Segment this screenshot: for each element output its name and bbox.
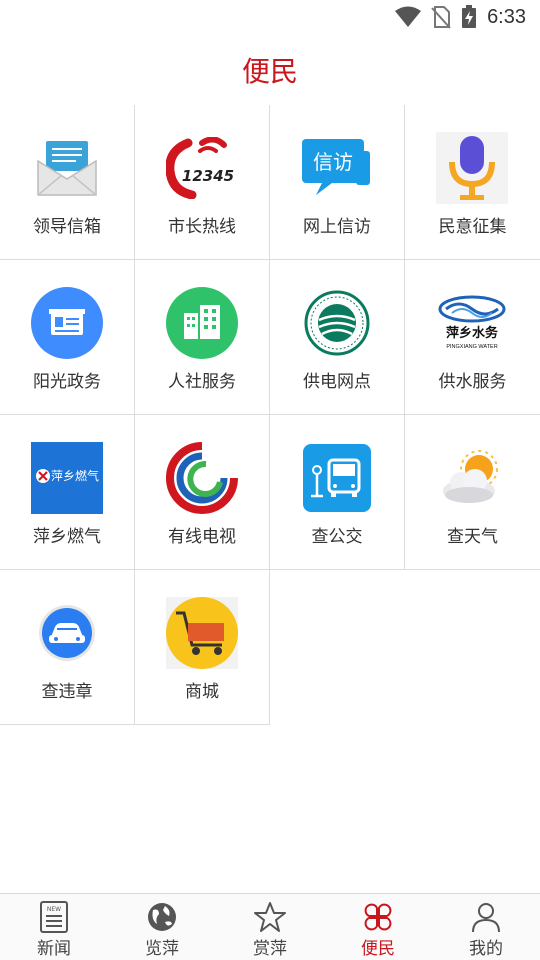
tile-mall[interactable]: 商城: [135, 570, 270, 725]
water-logo-text: 萍乡水务: [446, 325, 499, 341]
buildings-icon: [166, 287, 238, 359]
tile-label: 供水服务: [438, 372, 507, 392]
globe-icon: [148, 903, 176, 931]
gas-logo-text: 萍乡燃气: [51, 468, 99, 483]
tile-label: 萍乡燃气: [33, 527, 101, 547]
status-bar: 6:33: [0, 0, 540, 36]
envelope-icon: [31, 132, 103, 204]
nav-label: 赏萍: [253, 939, 287, 959]
shopping-cart-icon: [166, 597, 238, 669]
star-icon: [254, 902, 286, 932]
empty-cell: [405, 570, 540, 725]
nav-label: 览萍: [145, 939, 179, 959]
microphone-icon: [436, 132, 508, 204]
tile-social-services[interactable]: 人社服务: [135, 260, 270, 415]
nav-label: 我的: [469, 939, 503, 959]
tile-leader-mailbox[interactable]: 领导信箱: [0, 105, 135, 260]
cable-tv-logo-icon: [166, 442, 238, 514]
hotline-number: 12345: [182, 167, 234, 185]
clover-icon: [364, 903, 392, 931]
service-grid: 领导信箱 12345 市长热线 信访 网上信访 民意征集 阳光政务 人社服务 供…: [0, 105, 540, 725]
tile-label: 查公交: [311, 527, 363, 547]
tile-label: 人社服务: [168, 372, 236, 392]
newspaper-icon: NEW: [40, 901, 68, 933]
tile-label: 市长热线: [168, 217, 236, 237]
person-icon: [472, 903, 500, 933]
tile-label: 供电网点: [303, 372, 371, 392]
nav-convenience[interactable]: 便民: [324, 894, 432, 960]
tile-gas-service[interactable]: 萍乡燃气 萍乡燃气: [0, 415, 135, 570]
hotline-12345-icon: 12345: [166, 132, 238, 204]
xinfang-text: 信访: [313, 150, 353, 174]
nav-label: 新闻: [37, 939, 71, 959]
tile-public-opinion[interactable]: 民意征集: [405, 105, 540, 260]
id-card-icon: [31, 287, 103, 359]
nav-appreciate[interactable]: 赏萍: [216, 894, 324, 960]
state-grid-logo-icon: [301, 287, 373, 359]
tile-water-service[interactable]: 萍乡水务 PINGXIANG WATER 供水服务: [405, 260, 540, 415]
nav-news[interactable]: NEW 新闻: [0, 894, 108, 960]
tile-online-petition[interactable]: 信访 网上信访: [270, 105, 405, 260]
tile-label: 网上信访: [303, 217, 371, 237]
no-sim-icon: [431, 6, 451, 29]
pingxiang-water-logo-icon: 萍乡水务 PINGXIANG WATER: [436, 287, 508, 359]
car-icon: [31, 597, 103, 669]
nav-mine[interactable]: 我的: [432, 894, 540, 960]
page-title: 便民: [241, 55, 298, 88]
pingxiang-gas-logo-icon: 萍乡燃气: [31, 442, 103, 514]
water-logo-subtext: PINGXIANG WATER: [446, 344, 497, 350]
tile-mayor-hotline[interactable]: 12345 市长热线: [135, 105, 270, 260]
tile-cable-tv[interactable]: 有线电视: [135, 415, 270, 570]
bottom-nav: NEW 新闻 览萍 赏萍 便民 我的: [0, 893, 540, 960]
wifi-icon: [395, 6, 422, 27]
weather-sun-cloud-icon: [436, 442, 508, 514]
empty-cell: [270, 570, 405, 725]
nav-label: 便民: [361, 939, 395, 959]
tile-label: 查违章: [41, 682, 93, 702]
tile-label: 有线电视: [168, 527, 236, 547]
svg-text:NEW: NEW: [47, 906, 61, 913]
xinfang-chat-icon: 信访: [301, 132, 373, 204]
tile-bus[interactable]: 查公交: [270, 415, 405, 570]
tile-label: 查天气: [447, 527, 498, 547]
tile-power-outlets[interactable]: 供电网点: [270, 260, 405, 415]
tile-label: 阳光政务: [33, 372, 101, 392]
tile-label: 商城: [185, 682, 219, 702]
tile-sunshine-government[interactable]: 阳光政务: [0, 260, 135, 415]
tile-label: 民意征集: [438, 217, 507, 237]
battery-charging-icon: [462, 5, 477, 28]
nav-browse[interactable]: 览萍: [108, 894, 216, 960]
status-time: 6:33: [487, 5, 526, 28]
tile-label: 领导信箱: [33, 217, 101, 237]
bus-icon: [301, 442, 373, 514]
tile-traffic-violations[interactable]: 查违章: [0, 570, 135, 725]
tile-weather[interactable]: 查天气: [405, 415, 540, 570]
